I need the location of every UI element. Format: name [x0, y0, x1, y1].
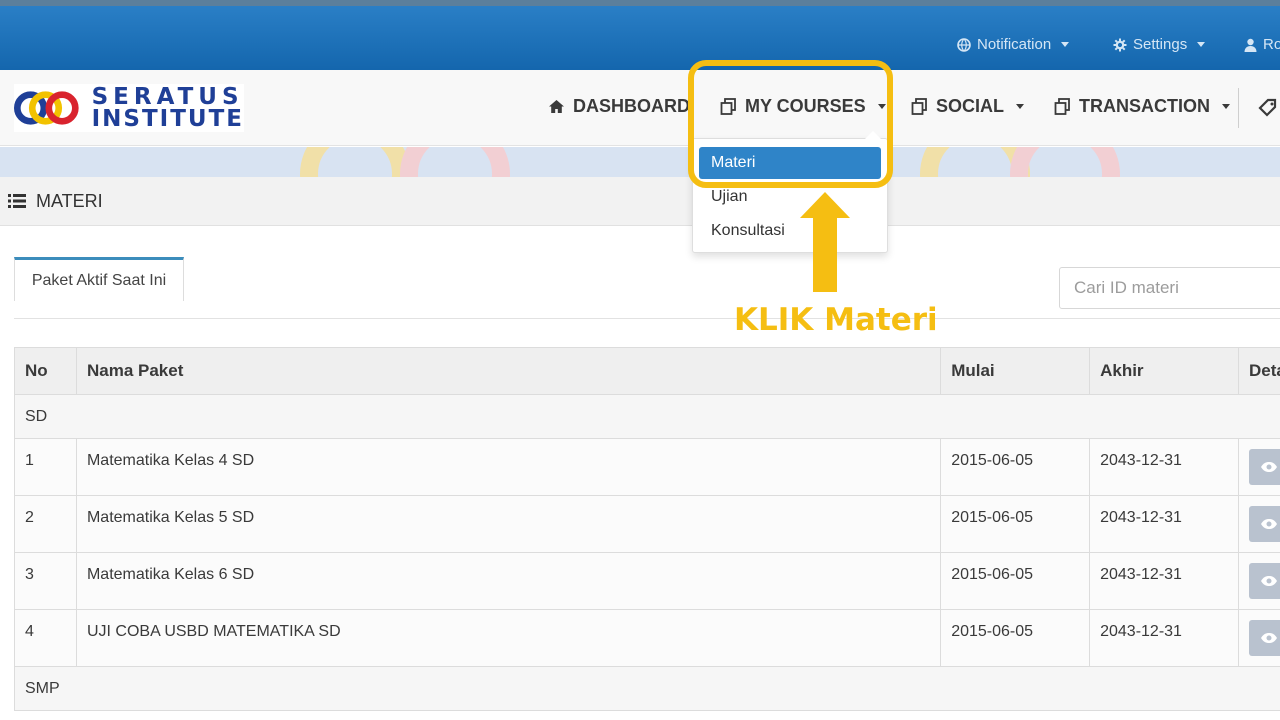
logo-line-2: INSTITUTE [91, 106, 244, 132]
logo-rings-icon [14, 91, 79, 125]
cell-no: 2 [14, 495, 77, 553]
tab-label: Paket Aktif Saat Ini [31, 271, 167, 289]
banner-watermark [1010, 147, 1120, 177]
group-label: SMP [14, 666, 1280, 711]
search-input[interactable] [1059, 267, 1280, 309]
paket-table: No Nama Paket Mulai Akhir Deta SD 1 Mate… [14, 347, 1280, 711]
tag-icon[interactable] [1258, 98, 1278, 118]
cell-no: 4 [14, 609, 77, 667]
cell-no: 3 [14, 552, 77, 610]
cell-akhir: 2043-12-31 [1089, 552, 1239, 610]
table-row: 4 UJI COBA USBD MATEMATIKA SD 2015-06-05… [14, 609, 1280, 667]
list-icon [8, 194, 26, 208]
cell-no: 1 [14, 438, 77, 496]
section-header: MATERI [0, 177, 1280, 226]
globe-icon [957, 37, 971, 52]
chevron-down-icon [1061, 42, 1070, 47]
nav-social[interactable]: SOCIAL [911, 96, 1025, 117]
nav-dashboard[interactable]: DASHBOARD [548, 96, 690, 117]
eye-icon [1260, 576, 1277, 586]
header-akhir: Akhir [1089, 347, 1239, 395]
highlight-box [688, 60, 893, 188]
copy-icon [1054, 98, 1070, 115]
nav-social-label: SOCIAL [936, 96, 1005, 116]
view-detail-button[interactable] [1248, 563, 1280, 599]
chevron-down-icon [1222, 104, 1230, 109]
eye-icon [1260, 519, 1277, 529]
notification-menu[interactable]: Notification [957, 36, 1070, 53]
cell-akhir: 2043-12-31 [1089, 609, 1239, 667]
view-detail-button[interactable] [1248, 449, 1280, 485]
main-navbar: SERATUS INSTITUTE DASHBOARD MY COURSES S… [0, 70, 1280, 146]
nav-dashboard-label: DASHBOARD [573, 96, 690, 116]
user-label: Ro [1263, 36, 1280, 53]
cell-nama: Matematika Kelas 6 SD [76, 552, 942, 610]
chevron-down-icon [1197, 42, 1206, 47]
cell-detail [1238, 495, 1280, 553]
top-utility-bar: Notification Settings Ro [0, 0, 1280, 70]
tab-divider [14, 318, 1280, 319]
banner-watermark [400, 147, 510, 177]
eye-icon [1260, 462, 1277, 472]
nav-divider [1238, 88, 1239, 128]
group-row: SD [14, 394, 1280, 439]
logo-text: SERATUS INSTITUTE [91, 84, 244, 132]
cell-nama: Matematika Kelas 5 SD [76, 495, 942, 553]
user-menu[interactable]: Ro [1244, 36, 1280, 53]
group-row: SMP [14, 666, 1280, 711]
cell-nama: Matematika Kelas 4 SD [76, 438, 942, 496]
section-title: MATERI [36, 190, 103, 211]
header-detail: Deta [1237, 347, 1280, 395]
header-no: No [14, 347, 77, 395]
banner-strip [0, 147, 1280, 177]
nav-transaction-label: TRANSACTION [1079, 96, 1210, 116]
gear-icon [1113, 38, 1127, 51]
cell-akhir: 2043-12-31 [1089, 495, 1239, 553]
header-mulai: Mulai [940, 347, 1091, 395]
banner-watermark [300, 147, 410, 177]
cell-detail [1238, 609, 1280, 667]
tab-paket-aktif[interactable]: Paket Aktif Saat Ini [14, 257, 184, 301]
notification-label: Notification [977, 36, 1052, 53]
annotation-text: KLIK Materi [734, 302, 938, 338]
home-icon [549, 100, 564, 113]
view-detail-button[interactable] [1248, 506, 1280, 542]
cell-mulai: 2015-06-05 [940, 438, 1091, 496]
logo[interactable]: SERATUS INSTITUTE [14, 84, 244, 132]
settings-menu[interactable]: Settings [1113, 36, 1206, 53]
cell-mulai: 2015-06-05 [940, 552, 1091, 610]
table-row: 1 Matematika Kelas 4 SD 2015-06-05 2043-… [14, 438, 1280, 496]
nav-transaction[interactable]: TRANSACTION [1054, 96, 1230, 117]
header-nama-paket: Nama Paket [75, 347, 942, 395]
table-row: 3 Matematika Kelas 6 SD 2015-06-05 2043-… [14, 552, 1280, 610]
settings-label: Settings [1133, 36, 1188, 53]
dropdown-item-konsultasi[interactable]: Konsultasi [699, 215, 881, 247]
chevron-down-icon [1016, 104, 1025, 109]
user-icon [1244, 38, 1257, 52]
view-detail-button[interactable] [1248, 620, 1280, 656]
cell-mulai: 2015-06-05 [940, 495, 1091, 553]
logo-line-1: SERATUS [91, 84, 244, 110]
arrow-up-icon [800, 192, 850, 292]
group-label: SD [14, 394, 1280, 439]
copy-icon [911, 98, 927, 115]
page: Notification Settings Ro SERATUS INSTITU… [0, 0, 1280, 720]
table-header-row: No Nama Paket Mulai Akhir Deta [14, 347, 1280, 395]
cell-mulai: 2015-06-05 [940, 609, 1091, 667]
eye-icon [1260, 633, 1277, 643]
cell-detail [1238, 438, 1280, 496]
cell-nama: UJI COBA USBD MATEMATIKA SD [76, 609, 942, 667]
cell-akhir: 2043-12-31 [1089, 438, 1239, 496]
cell-detail [1238, 552, 1280, 610]
table-row: 2 Matematika Kelas 5 SD 2015-06-05 2043-… [14, 495, 1280, 553]
